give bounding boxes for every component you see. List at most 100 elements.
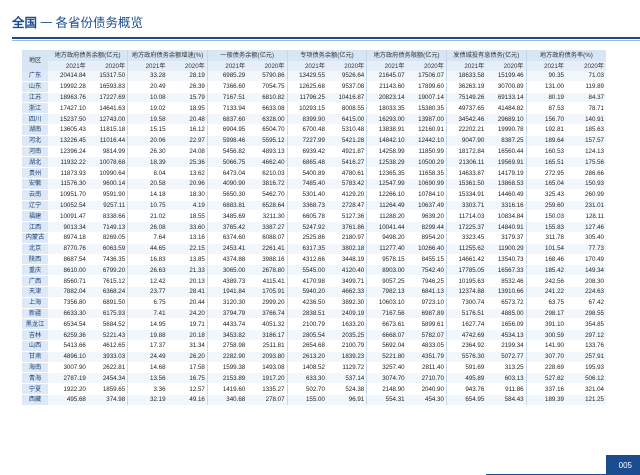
value-cell: 6837.60	[206, 113, 248, 125]
value-cell: 3485.69	[206, 210, 248, 223]
value-cell: 11658.35	[406, 167, 447, 179]
value-cell: 2805.54	[286, 329, 327, 341]
value-cell: 7485.40	[286, 178, 327, 190]
value-cell: 286.66	[565, 167, 606, 179]
value-cell: 18633.58	[445, 71, 487, 82]
value-cell: 5221.80	[366, 351, 407, 363]
value-cell: 6317.35	[286, 243, 327, 255]
value-cell: 24.20	[167, 308, 208, 320]
value-cell: 63.75	[525, 297, 566, 309]
value-cell: 17506.07	[406, 71, 447, 82]
group-header: 地方政府债务限额(亿元)	[366, 50, 447, 61]
value-cell: 32.19	[127, 394, 168, 406]
value-cell: 18033.35	[366, 102, 407, 115]
value-cell: 5127.36	[326, 210, 367, 223]
value-cell: 5456.82	[206, 146, 248, 158]
value-cell: 33.28	[127, 71, 168, 82]
value-cell: 5400.89	[286, 167, 327, 179]
year-header: 2020年	[167, 61, 208, 71]
value-cell: 524.38	[326, 383, 367, 395]
value-cell: 5421.28	[326, 135, 367, 147]
value-cell: 150.03	[525, 210, 566, 223]
region-cell: 河北	[22, 135, 48, 147]
value-cell: 8954.20	[406, 232, 447, 244]
value-cell: 121.25	[565, 394, 606, 406]
value-cell: 2040.90	[406, 383, 447, 395]
value-cell: 10195.63	[445, 275, 487, 287]
value-cell: 5790.86	[247, 71, 288, 82]
value-cell: 11016.44	[87, 135, 128, 147]
value-cell: 7227.99	[286, 135, 327, 147]
value-cell: 44.65	[127, 243, 168, 255]
value-cell: 7149.13	[87, 221, 128, 233]
value-cell: 2654.68	[286, 340, 327, 352]
value-cell: 2613.20	[286, 351, 327, 363]
value-cell: 170.49	[565, 254, 606, 266]
value-cell: 495.89	[445, 372, 487, 385]
value-cell: 6374.60	[206, 232, 248, 244]
region-cell: 内蒙古	[22, 232, 48, 244]
value-cell: 3387.27	[247, 221, 288, 233]
value-cell: 8687.54	[48, 254, 88, 266]
value-cell: 131.00	[525, 81, 566, 93]
value-cell: 11288.20	[366, 210, 407, 223]
debt-table: 地区 地方政府债务余额(亿元) 地方政府债务余额增速(%) 一般债务余额(亿元)…	[22, 50, 606, 406]
value-cell: 20.49	[127, 81, 168, 93]
value-cell: 175.56	[565, 156, 606, 169]
value-cell: 5998.46	[206, 135, 248, 147]
value-cell: 9578.15	[366, 254, 407, 266]
value-cell: 3794.79	[206, 308, 248, 320]
value-cell: 1129.72	[326, 362, 367, 374]
value-cell: 16567.33	[486, 264, 527, 277]
year-header: 2020年	[406, 61, 447, 71]
value-cell: 41484.82	[486, 102, 527, 115]
value-cell: 49737.65	[445, 102, 487, 115]
value-cell: 5176.51	[445, 308, 487, 320]
value-cell: 15.15	[127, 124, 168, 136]
value-cell: 340.68	[206, 394, 248, 406]
value-cell: 11255.62	[445, 243, 487, 255]
value-cell: 13.62	[167, 167, 208, 179]
value-cell: 6673.61	[366, 318, 407, 331]
value-cell: 20.96	[167, 178, 208, 190]
value-cell: 22202.21	[445, 124, 487, 136]
value-cell: 3802.18	[326, 243, 367, 255]
value-cell: 4742.69	[445, 329, 487, 341]
value-cell: 2758.98	[206, 340, 248, 352]
value-cell: 15361.50	[445, 178, 487, 190]
value-cell: 3453.82	[206, 329, 248, 341]
value-cell: 4833.05	[406, 340, 447, 352]
value-cell: 20.48	[167, 113, 208, 125]
value-cell: 5650.30	[206, 189, 248, 201]
value-cell: 7982.13	[366, 286, 407, 298]
value-cell: 11576.30	[48, 178, 88, 190]
value-cell: 6985.29	[206, 71, 248, 82]
value-cell: 502.70	[286, 383, 327, 395]
value-cell: 8338.66	[87, 210, 128, 223]
value-cell: 16.12	[167, 124, 208, 136]
value-cell: 189.39	[525, 394, 566, 406]
value-cell: 1493.08	[247, 362, 288, 374]
value-cell: 7946.25	[406, 275, 447, 287]
value-cell: 13838.91	[366, 124, 407, 136]
value-cell: 3316.16	[486, 200, 527, 212]
value-cell: 12160.91	[406, 124, 447, 136]
value-cell: 4170.98	[286, 275, 327, 287]
value-cell: 22.97	[167, 135, 208, 147]
value-cell: 4.19	[167, 200, 208, 212]
value-cell: 272.95	[525, 167, 566, 179]
table-row: 四川 15237.50 12743.00 19.58 20.48 6837.60 6328.…	[22, 113, 606, 125]
value-cell: 14840.91	[486, 221, 527, 233]
year-header: 2021年	[286, 61, 327, 71]
value-cell: 13540.73	[486, 254, 527, 266]
value-cell: 11932.22	[48, 156, 88, 169]
value-cell: 633.30	[286, 372, 327, 385]
value-cell: 241.22	[525, 286, 566, 298]
region-cell: 辽宁	[22, 200, 48, 212]
value-cell: 4374.88	[206, 254, 248, 266]
table-row: 北京 8770.76 6063.59 44.65 22.15 2453.41 2261.41…	[22, 243, 606, 255]
value-cell: 374.98	[87, 394, 128, 406]
value-cell: 6368.24	[87, 286, 128, 298]
group-header: 地方政府债务率(%)	[525, 50, 606, 61]
value-cell: 2728.47	[326, 200, 367, 212]
